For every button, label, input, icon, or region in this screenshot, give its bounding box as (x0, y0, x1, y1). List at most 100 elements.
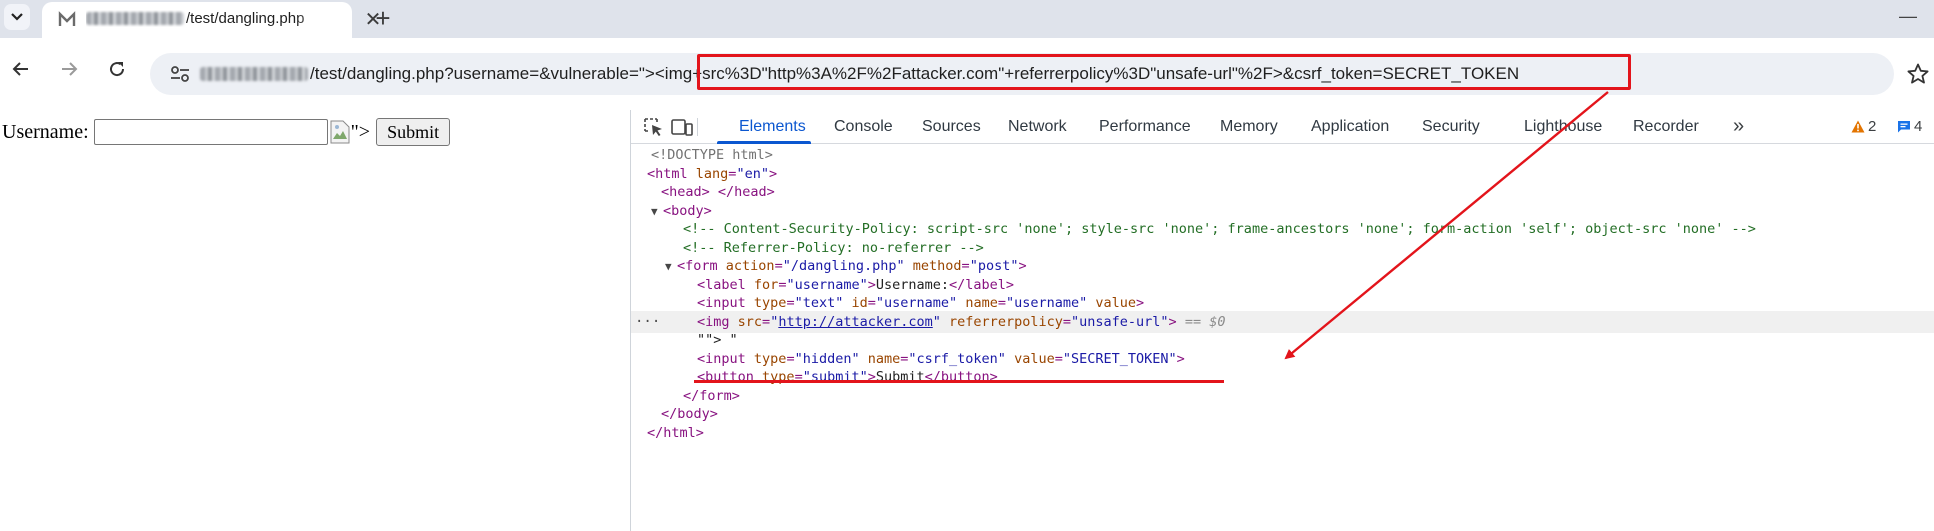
attr-name: lang (695, 165, 729, 182)
chevron-double-right-icon: » (1733, 115, 1745, 137)
warnings-count: 2 (1868, 118, 1877, 135)
plus-icon: + (375, 3, 391, 33)
submit-button[interactable]: Submit (376, 118, 451, 146)
username-input[interactable] (93, 119, 328, 145)
arrow-right-icon (62, 62, 78, 76)
attr-name: name (867, 350, 901, 367)
address-bar[interactable]: /test/dangling.php?username=&vulnerable=… (150, 53, 1894, 95)
attr-name: type (762, 369, 795, 385)
reload-button[interactable] (102, 54, 132, 84)
messages-count: 4 (1914, 118, 1923, 135)
broken-image-icon (330, 120, 350, 144)
tab-sources[interactable]: Sources (922, 110, 981, 144)
tab-memory[interactable]: Memory (1220, 110, 1278, 144)
redacted-host (86, 12, 184, 25)
tab-performance[interactable]: Performance (1099, 110, 1191, 144)
attr-name: type (753, 295, 787, 311)
attr-name: id (851, 295, 868, 311)
button-open-tag: <button (697, 369, 754, 385)
warning-icon (1851, 120, 1865, 133)
button-close-tag: </button> (924, 369, 998, 385)
tab-recorder[interactable]: Recorder (1633, 110, 1699, 144)
attr-name: value (1095, 295, 1137, 311)
page-viewport: Username: "> Submit (0, 110, 630, 531)
forward-button[interactable] (54, 54, 84, 84)
more-tabs-button[interactable]: » (1733, 110, 1744, 144)
tab-lighthouse[interactable]: Lighthouse (1524, 110, 1602, 144)
button-text-node: Submit (875, 369, 925, 385)
tab-elements[interactable]: Elements (739, 110, 806, 144)
tab-title: /test/dangling.php (86, 10, 336, 27)
inspect-element-icon[interactable] (643, 117, 665, 137)
attr-value: "submit" (802, 369, 868, 385)
referrer-comment: <!-- Referrer-Policy: no-referrer --> (683, 239, 984, 256)
redacted-host (200, 67, 308, 81)
tune-icon[interactable] (170, 65, 190, 83)
label-close-tag: </label> (949, 276, 1015, 293)
tab-application[interactable]: Application (1311, 110, 1389, 144)
attr-name: method (912, 258, 962, 274)
dom-node-html-close[interactable]: </html> (631, 422, 1934, 444)
dom-tree: <!DOCTYPE html> <html lang="en"> <head> … (631, 144, 1934, 531)
attr-value: "username" (786, 276, 868, 293)
arrow-left-icon (12, 62, 28, 76)
attr-name: referrerpolicy (949, 313, 1063, 330)
tab-title-text: /test/dangling.php (186, 10, 305, 27)
reload-icon (110, 62, 125, 77)
body-close-tag: </body> (661, 406, 718, 422)
attr-value: "username" (1005, 295, 1088, 311)
username-label: Username: (2, 120, 89, 143)
browser-toolbar: /test/dangling.php?username=&vulnerable=… (0, 38, 1934, 110)
label-text-node: Username: (875, 276, 950, 293)
attr-value: "unsafe-url" (1070, 313, 1169, 330)
device-toolbar-icon[interactable] (671, 117, 693, 137)
img-open-tag: <img (697, 313, 730, 330)
text-node: ""> " (697, 332, 738, 348)
attr-name: value (1014, 350, 1055, 367)
devtools-separator (697, 118, 698, 136)
doctype-text: <!DOCTYPE html> (651, 147, 773, 163)
body-open-tag: <body> (663, 202, 712, 219)
url-text: /test/dangling.php?username=&vulnerable=… (200, 64, 1519, 84)
attr-value: "en" (736, 165, 769, 182)
messages-counter[interactable]: 4 (1897, 110, 1922, 144)
minimize-icon: — (1899, 6, 1917, 26)
tab-security[interactable]: Security (1422, 110, 1480, 144)
attr-name: action (725, 258, 775, 274)
devtools-panel: Elements Console Sources Network Perform… (630, 110, 1934, 531)
minimize-window-button[interactable]: — (1896, 4, 1920, 28)
csp-comment: <!-- Content-Security-Policy: script-src… (683, 221, 1756, 237)
new-tab-button[interactable]: + (368, 3, 398, 33)
bookmark-star-icon[interactable] (1906, 62, 1930, 86)
input-open-tag: <input (697, 295, 746, 311)
attr-name: for (753, 276, 779, 293)
img-src-link[interactable]: http://attacker.com (778, 314, 932, 330)
site-favicon-icon (58, 11, 76, 26)
attr-value: "text" (794, 295, 844, 311)
attr-value: "post" (969, 258, 1019, 274)
attr-name: type (753, 350, 787, 367)
tab-network[interactable]: Network (1008, 110, 1067, 144)
form-close-tag: </form> (683, 387, 740, 404)
url-prefix: /test/dangling.php?username=&vulnerable=… (310, 64, 655, 83)
attr-name: name (965, 295, 998, 311)
form-open-tag: <form (677, 258, 718, 274)
tab-strip: /test/dangling.php ✕ + — (0, 0, 1934, 38)
tab-search-button[interactable] (4, 4, 30, 30)
attr-value: "csrf_token" (908, 350, 1006, 367)
tab-console[interactable]: Console (834, 110, 893, 144)
input-open-tag: <input (697, 350, 746, 367)
selected-node-marker: == $0 (1184, 313, 1226, 330)
warnings-counter[interactable]: 2 (1851, 110, 1876, 144)
attr-value: "hidden" (794, 350, 860, 367)
head-tag: <head> </head> (661, 184, 775, 200)
devtools-toolbar: Elements Console Sources Network Perform… (631, 110, 1934, 144)
leftover-markup-text: "> (350, 120, 371, 143)
back-button[interactable] (6, 54, 36, 84)
attr-value: "username" (875, 295, 958, 311)
browser-tab-active[interactable]: /test/dangling.php ✕ (42, 2, 381, 38)
html-open-tag: <html (647, 165, 688, 182)
attr-name: src (737, 313, 763, 330)
chevron-down-icon (11, 13, 23, 21)
attr-value: "/dangling.php" (782, 258, 905, 274)
